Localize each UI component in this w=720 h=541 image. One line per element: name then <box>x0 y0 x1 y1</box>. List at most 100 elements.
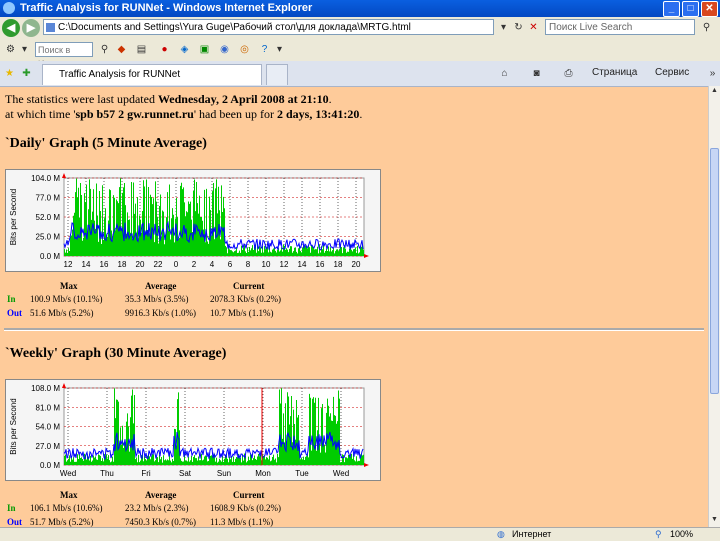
toolbar-icon-5[interactable]: ▣ <box>198 43 211 56</box>
search-input[interactable]: Поиск Live Search <box>545 19 695 35</box>
toolbar-icon-7[interactable]: ◎ <box>238 43 251 56</box>
page-menu[interactable]: Страница <box>592 67 637 78</box>
new-tab-button[interactable] <box>266 64 288 85</box>
x-axis-arrow-icon <box>364 463 369 467</box>
refresh-icon[interactable]: ↻ <box>512 21 525 34</box>
stats-row-label: In <box>7 503 16 513</box>
daily-graph: Bits per Second 104.0 M 77.0 M 52.0 M 25.0 M… <box>5 169 381 272</box>
stats-header: Average <box>145 490 177 500</box>
stats-header: Max <box>60 281 78 291</box>
chevron-down-icon[interactable]: ▾ <box>18 43 31 56</box>
stats-value: 51.6 Mb/s (5.2%) <box>30 308 94 318</box>
y-tick-label: 0.0 M <box>40 252 60 261</box>
x-tick-label: Tue <box>295 469 309 478</box>
zoom-level[interactable]: 100% <box>670 529 693 539</box>
address-toolbar: ◀ ▶ C:\Documents and Settings\Yura Guge\… <box>0 17 720 40</box>
maximize-button[interactable]: □ <box>682 1 699 17</box>
dropdown-arrow-icon[interactable]: ▾ <box>497 21 510 34</box>
scroll-down-icon[interactable]: ▼ <box>710 516 719 526</box>
address-text: C:\Documents and Settings\Yura Guge\Рабо… <box>58 22 411 33</box>
stats-value: 9916.3 Kb/s (1.0%) <box>125 308 196 318</box>
toolbar-icon-3[interactable]: ● <box>158 43 171 56</box>
stats-value: 11.3 Mb/s (1.1%) <box>210 517 274 527</box>
home-icon[interactable]: ⌂ <box>498 67 511 80</box>
weekly-graph: Bits per Second 108.0 M 81.0 M 54.0 M 27.0 M… <box>5 379 381 481</box>
x-axis-arrow-icon <box>364 254 369 258</box>
y-axis-arrow-icon <box>62 383 66 388</box>
stats-header: Average <box>145 281 177 291</box>
toolbar-search-input[interactable]: Поиск в Инт... <box>35 42 93 69</box>
forward-button[interactable]: ▶ <box>22 19 40 37</box>
scroll-thumb[interactable] <box>710 148 719 394</box>
x-tick-label: 0 <box>174 260 179 269</box>
stats-value: 2078.3 Kb/s (0.2%) <box>210 294 281 304</box>
scroll-up-icon[interactable]: ▲ <box>710 87 719 97</box>
chevron-right-icon[interactable]: » <box>706 67 719 80</box>
x-tick-label: 12 <box>280 260 289 269</box>
y-axis-arrow-icon <box>62 173 66 178</box>
minimize-button[interactable]: _ <box>663 1 680 17</box>
back-button[interactable]: ◀ <box>2 19 20 37</box>
security-zone: Интернет <box>512 529 552 539</box>
gear-icon[interactable]: ⚙ <box>4 43 17 56</box>
window-titlebar[interactable]: Traffic Analysis for RUNNet - Windows In… <box>0 0 720 17</box>
y-tick-label: 27.0 M <box>36 442 61 451</box>
toolbar-icon-6[interactable]: ◉ <box>218 43 231 56</box>
x-tick-label: 10 <box>262 260 271 269</box>
uptime-line: at which time 'spb b57 2 gw.runnet.ru' h… <box>5 107 362 122</box>
update-text: The statistics were last updated <box>5 92 158 106</box>
daily-graph-svg: Bits per Second 104.0 M 77.0 M 52.0 M 25.0 M… <box>9 173 369 269</box>
favorites-star-icon[interactable]: ★ <box>3 67 16 80</box>
x-tick-label: 4 <box>210 260 215 269</box>
stats-value: 7450.3 Kb/s (0.7%) <box>125 517 196 527</box>
links-toolbar: ⚙ ▾ Поиск в Инт... ⚲ ◆ ▤ ● ◈ ▣ ◉ ◎ ? ▾ <box>0 39 720 69</box>
print-icon[interactable]: ⎙ <box>562 67 575 80</box>
stats-header: Current <box>233 490 265 500</box>
address-input[interactable]: C:\Documents and Settings\Yura Guge\Рабо… <box>43 19 494 35</box>
y-tick-label: 0.0 M <box>40 461 60 470</box>
vertical-scrollbar[interactable]: ▲ ▼ <box>708 86 720 527</box>
x-tick-label: 16 <box>316 260 325 269</box>
ie-logo-icon <box>3 2 15 14</box>
section-divider <box>4 328 704 331</box>
tab-title: Traffic Analysis for RUNNet <box>59 69 181 80</box>
weekly-graph-title: `Weekly' Graph (30 Minute Average) <box>5 346 227 361</box>
tab-traffic-analysis[interactable]: Traffic Analysis for RUNNet <box>42 64 262 85</box>
daily-stats: Max Average Current In 100.9 Mb/s (10.1%) 35.… <box>5 281 305 321</box>
weekly-graph-svg: Bits per Second 108.0 M 81.0 M 54.0 M 27.0 M… <box>9 383 369 478</box>
x-tick-label: 2 <box>192 260 197 269</box>
y-tick-label: 81.0 M <box>36 403 61 412</box>
host-name: spb b57 2 gw.runnet.ru <box>75 107 194 121</box>
x-tick-label: Fri <box>141 469 151 478</box>
x-tick-label: Sat <box>179 469 192 478</box>
help-icon[interactable]: ? <box>258 43 271 56</box>
feeds-icon[interactable]: ◙ <box>530 67 543 80</box>
stats-value: 35.3 Mb/s (3.5%) <box>125 294 189 304</box>
close-button[interactable]: ✕ <box>701 1 718 17</box>
stats-value: 51.7 Mb/s (5.2%) <box>30 517 94 527</box>
stop-icon[interactable]: ✕ <box>527 21 540 34</box>
toolbar-icon-2[interactable]: ▤ <box>135 43 148 56</box>
toolbar-icon-1[interactable]: ◆ <box>115 43 128 56</box>
search-icon[interactable]: ⚲ <box>700 21 713 34</box>
daily-graph-title: `Daily' Graph (5 Minute Average) <box>5 136 207 151</box>
uptime-end: . <box>359 107 363 121</box>
x-tick-label: 16 <box>100 260 109 269</box>
uptime-value: 2 days, 13:41:20 <box>277 107 360 121</box>
y-axis-label: Bits per Second <box>9 398 18 454</box>
tab-bar: ★ ✚ Traffic Analysis for RUNNet ⌂ ◙ ⎙ Ст… <box>0 61 720 87</box>
stats-value: 106.1 Mb/s (10.6%) <box>30 503 103 513</box>
stats-header: Current <box>233 281 265 291</box>
x-tick-label: Mon <box>255 469 271 478</box>
stats-row-label: Out <box>7 517 23 527</box>
search-icon[interactable]: ⚲ <box>98 43 111 56</box>
add-favorites-icon[interactable]: ✚ <box>20 67 33 80</box>
tools-menu[interactable]: Сервис <box>655 67 689 78</box>
toolbar-icon-4[interactable]: ◈ <box>178 43 191 56</box>
x-tick-label: 8 <box>246 260 251 269</box>
chevron-down-icon[interactable]: ▾ <box>273 43 286 56</box>
y-axis-label: Bits per Second <box>9 189 18 245</box>
x-tick-label: Wed <box>333 469 349 478</box>
zoom-icon[interactable]: ⚲ <box>655 529 662 540</box>
x-tick-label: 22 <box>154 260 163 269</box>
